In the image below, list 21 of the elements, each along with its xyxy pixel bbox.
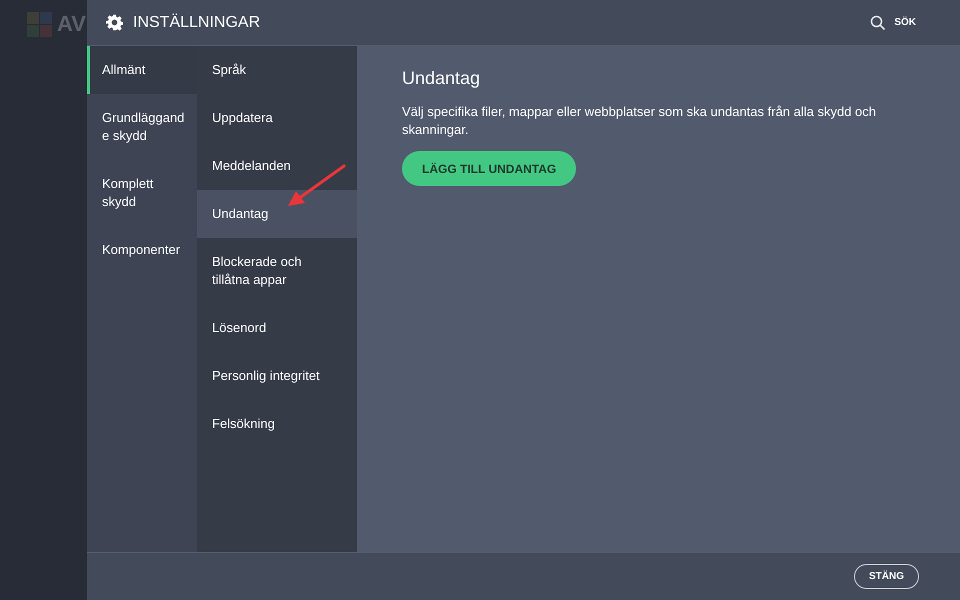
close-button[interactable]: STÄNG xyxy=(854,564,919,589)
gear-icon xyxy=(106,14,123,31)
category-item[interactable]: Grundläggande skydd xyxy=(87,94,198,160)
subcategory-item[interactable]: Blockerade och tillåtna appar xyxy=(197,238,357,304)
subcategory-item[interactable]: Uppdatera xyxy=(197,94,357,142)
logo-icon xyxy=(26,10,54,38)
add-exception-button[interactable]: LÄGG TILL UNDANTAG xyxy=(402,151,576,186)
search-icon xyxy=(870,14,886,30)
search-button[interactable]: SÖK xyxy=(870,14,916,30)
category-item[interactable]: Allmänt xyxy=(87,46,198,94)
section-description: Välj specifika filer, mappar eller webbplatser som ska undantas från alla skydd och skanningar. xyxy=(402,103,878,139)
subcategory-item[interactable]: Personlig integritet xyxy=(197,352,357,400)
subcategory-item[interactable]: Undantag xyxy=(197,190,357,238)
section-heading: Undantag xyxy=(402,68,482,89)
subcategory-item[interactable]: Språk xyxy=(197,46,357,94)
category-item[interactable]: Komponenter xyxy=(87,226,198,274)
subcategory-item[interactable]: Meddelanden xyxy=(197,142,357,190)
window-title: INSTÄLLNINGAR xyxy=(133,14,260,32)
subcategory-item[interactable]: Felsökning xyxy=(197,400,357,448)
category-item[interactable]: Komplett skydd xyxy=(87,160,198,226)
subcategory-item[interactable]: Lösenord xyxy=(197,304,357,352)
